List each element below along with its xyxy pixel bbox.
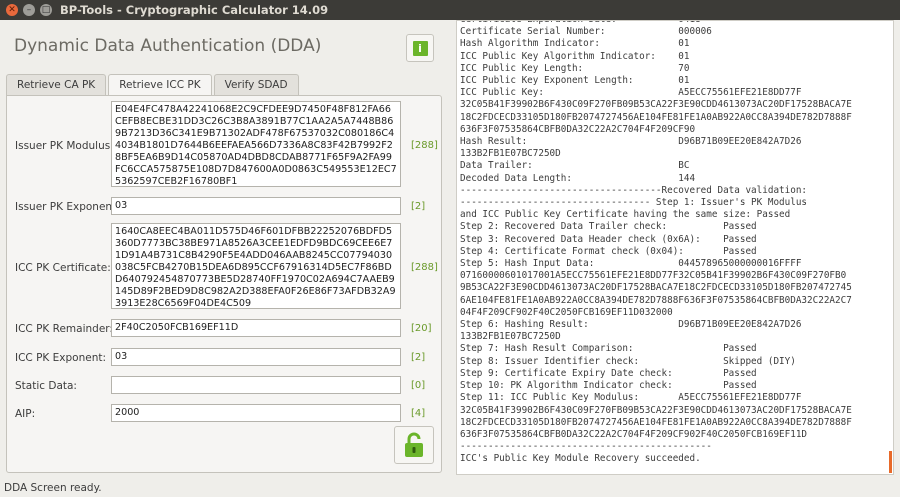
unlock-icon xyxy=(405,432,423,457)
tab-verify-sdad[interactable]: Verify SDAD xyxy=(213,74,299,96)
left-pane: Dynamic Data Authentication (DDA) i Retr… xyxy=(0,20,450,475)
aip-field[interactable]: 2000 xyxy=(111,404,401,422)
issuer-pk-exponent-count: [2] xyxy=(411,201,426,212)
issuer-pk-modulus-label: Issuer PK Modulus: xyxy=(15,140,114,152)
issuer-pk-exponent-label: Issuer PK Exponent: xyxy=(15,201,120,213)
tab-bar: Retrieve CA PK Retrieve ICC PK Verify SD… xyxy=(6,74,301,97)
window-titlebar: ✕ – □ BP-Tools - Cryptographic Calculato… xyxy=(0,0,900,20)
icc-pk-exponent-count: [2] xyxy=(411,352,426,363)
issuer-pk-exponent-field[interactable]: 03 xyxy=(111,197,401,215)
issuer-pk-modulus-field[interactable]: E04E4FC478A42241068E2C9CFDEE9D7450F48F81… xyxy=(111,101,401,187)
info-button[interactable]: i xyxy=(406,34,434,62)
icc-pk-remainder-label: ICC PK Remainder: xyxy=(15,323,113,335)
icc-pk-certificate-count: [288] xyxy=(411,262,438,273)
icc-pk-exponent-field[interactable]: 03 xyxy=(111,348,401,366)
icc-pk-certificate-field[interactable]: 1640CA8EEC4BA011D575D46F601DFBB22252076B… xyxy=(111,223,401,309)
static-data-field[interactable] xyxy=(111,376,401,394)
tab-retrieve-ca-pk[interactable]: Retrieve CA PK xyxy=(6,74,107,96)
static-data-label: Static Data: xyxy=(15,380,77,392)
unlock-button[interactable] xyxy=(394,426,434,464)
icc-pk-remainder-field[interactable]: 2F40C2050FCB169EF11D xyxy=(111,319,401,337)
icc-pk-exponent-label: ICC PK Exponent: xyxy=(15,352,107,364)
output-log-text: Certificate Expiration Date: 0418 Certif… xyxy=(460,21,852,465)
close-window-icon[interactable]: ✕ xyxy=(6,4,18,16)
form-panel: Issuer PK Modulus: E04E4FC478A42241068E2… xyxy=(6,95,442,473)
icc-pk-remainder-count: [20] xyxy=(411,323,432,334)
aip-count: [4] xyxy=(411,408,426,419)
minimize-window-icon[interactable]: – xyxy=(23,4,35,16)
window-title: BP-Tools - Cryptographic Calculator 14.0… xyxy=(60,3,329,17)
aip-label: AIP: xyxy=(15,408,36,420)
page-title: Dynamic Data Authentication (DDA) xyxy=(14,36,322,56)
tab-retrieve-icc-pk[interactable]: Retrieve ICC PK xyxy=(108,74,212,97)
output-log-panel[interactable]: Certificate Expiration Date: 0418 Certif… xyxy=(456,20,894,475)
maximize-window-icon[interactable]: □ xyxy=(40,4,52,16)
log-scrollbar[interactable] xyxy=(889,451,892,473)
static-data-count: [0] xyxy=(411,380,426,391)
icc-pk-certificate-label: ICC PK Certificate: xyxy=(15,262,111,274)
status-bar: DDA Screen ready. xyxy=(4,482,102,494)
issuer-pk-modulus-count: [288] xyxy=(411,140,438,151)
info-icon: i xyxy=(412,40,428,56)
